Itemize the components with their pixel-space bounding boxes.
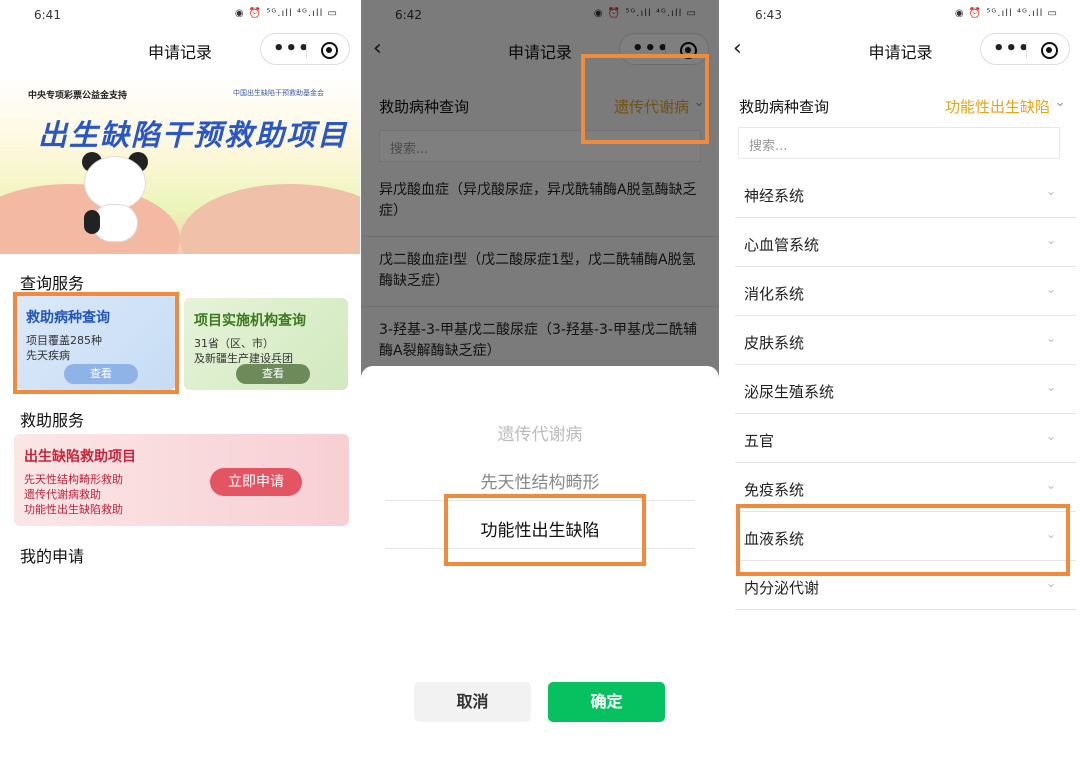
banner-org: 中国出生缺陷干预救助基金会	[233, 89, 324, 97]
cancel-button[interactable]: 取消	[414, 682, 531, 722]
card-desc: 31省（区、市）	[194, 337, 274, 350]
category-label: 泌尿生殖系统	[744, 383, 835, 401]
picker-sheet: 遗传代谢病 先天性结构畸形 功能性出生缺陷 取消 确定	[361, 366, 719, 757]
view-button[interactable]: 查看	[236, 364, 310, 384]
category-label: 神经系统	[744, 187, 805, 205]
chevron-down-icon: ⌄	[1045, 331, 1056, 345]
more-icon[interactable]: •••	[993, 38, 1031, 59]
mini-program-capsule: •••	[260, 33, 350, 65]
banner: 中央专项彩票公益金支持 中国出生缺陷干预救助基金会 出生缺陷干预救助项目	[0, 78, 360, 254]
filter-row[interactable]: 救助病种查询 功能性出生缺陷 ⌄	[721, 78, 1080, 128]
category-label: 心血管系统	[744, 236, 820, 254]
highlight-box	[581, 54, 709, 144]
filter-label: 救助病种查询	[739, 98, 830, 116]
category-item[interactable]: 心血管系统 ⌄	[735, 218, 1076, 267]
banner-headline: 出生缺陷干预救助项目	[38, 118, 349, 152]
category-label: 免疫系统	[744, 481, 805, 499]
panda-arm	[84, 210, 100, 234]
card-title: 项目实施机构查询	[194, 313, 306, 329]
banner-sponsor: 中央专项彩票公益金支持	[28, 91, 128, 101]
category-item[interactable]: 皮肤系统 ⌄	[735, 316, 1076, 365]
card-desc: 功能性出生缺陷救助	[24, 503, 123, 516]
query-section-title: 查询服务	[20, 274, 85, 293]
category-label: 五官	[744, 432, 775, 450]
apply-now-button[interactable]: 立即申请	[210, 468, 302, 496]
chevron-down-icon: ⌄	[1045, 478, 1056, 492]
target-icon[interactable]	[1041, 42, 1058, 59]
status-bar: 6:41 ◉ ⏰ ⁵ᴳ.ıll ⁴ᴳ.ıll ▭	[0, 0, 360, 30]
panda-mascot	[80, 152, 150, 242]
card-desc: 遗传代谢病救助	[24, 488, 101, 501]
chevron-down-icon: ⌄	[1045, 576, 1056, 590]
picker-option[interactable]: 先天性结构畸形	[385, 468, 695, 493]
chevron-down-icon: ⌄	[1054, 94, 1066, 110]
category-item[interactable]: 泌尿生殖系统 ⌄	[735, 365, 1076, 414]
categories-screen: 6:43 ◉ ⏰ ⁵ᴳ.ıll ⁴ᴳ.ıll ▭ ‹ 申请记录 ••• 救助病种…	[721, 0, 1080, 757]
aid-project-card[interactable]: 出生缺陷救助项目 先天性结构畸形救助 遗传代谢病救助 功能性出生缺陷救助 立即申…	[14, 434, 349, 526]
chevron-down-icon: ⌄	[1045, 184, 1056, 198]
category-label: 内分泌代谢	[744, 579, 820, 597]
chevron-down-icon: ⌄	[1045, 233, 1056, 247]
status-time: 6:43	[755, 8, 782, 22]
card-title: 出生缺陷救助项目	[24, 449, 136, 465]
target-icon[interactable]	[321, 42, 338, 59]
status-icons: ◉ ⏰ ⁵ᴳ.ıll ⁴ᴳ.ıll ▭	[954, 8, 1058, 19]
category-item[interactable]: 消化系统 ⌄	[735, 267, 1076, 316]
search-input[interactable]: 搜索...	[738, 127, 1060, 159]
chevron-down-icon: ⌄	[1045, 282, 1056, 296]
status-icons: ◉ ⏰ ⁵ᴳ.ıll ⁴ᴳ.ıll ▭	[234, 8, 338, 19]
picker-option[interactable]: 遗传代谢病	[385, 420, 695, 445]
confirm-button[interactable]: 确定	[548, 682, 665, 722]
nav-bar: 申请记录 •••	[0, 30, 360, 68]
status-bar: 6:43 ◉ ⏰ ⁵ᴳ.ıll ⁴ᴳ.ıll ▭	[721, 0, 1080, 30]
aid-section-title: 救助服务	[20, 411, 85, 430]
card-desc: 先天性结构畸形救助	[24, 473, 123, 486]
nav-bar: ‹ 申请记录 •••	[721, 30, 1080, 68]
banner-hill	[180, 184, 360, 254]
home-screen: 6:41 ◉ ⏰ ⁵ᴳ.ıll ⁴ᴳ.ıll ▭ 申请记录 ••• 中央专项彩票…	[0, 0, 360, 757]
chevron-down-icon: ⌄	[1045, 429, 1056, 443]
screens: 6:41 ◉ ⏰ ⁵ᴳ.ıll ⁴ᴳ.ıll ▭ 申请记录 ••• 中央专项彩票…	[0, 0, 1080, 757]
panda-head	[84, 156, 146, 210]
highlight-box	[13, 292, 179, 394]
category-item[interactable]: 神经系统 ⌄	[735, 169, 1076, 218]
category-label: 消化系统	[744, 285, 805, 303]
highlight-box	[736, 504, 1070, 576]
institution-query-card[interactable]: 项目实施机构查询 31省（区、市） 及新疆生产建设兵团 查看	[184, 298, 348, 390]
status-time: 6:41	[34, 8, 61, 22]
capsule-divider	[1026, 42, 1027, 58]
highlight-box	[444, 494, 646, 566]
capsule-divider	[306, 42, 307, 58]
chevron-down-icon: ⌄	[1045, 380, 1056, 394]
filter-value[interactable]: 功能性出生缺陷	[945, 96, 1050, 117]
category-label: 皮肤系统	[744, 334, 805, 352]
picker-screen: 6:42 ◉ ⏰ ⁵ᴳ.ıll ⁴ᴳ.ıll ▭ ‹ 申请记录 ••• 救助病种…	[361, 0, 719, 757]
more-icon[interactable]: •••	[273, 38, 311, 59]
mini-program-capsule: •••	[980, 33, 1070, 65]
my-apply-title: 我的申请	[20, 547, 85, 566]
category-item[interactable]: 五官 ⌄	[735, 414, 1076, 463]
